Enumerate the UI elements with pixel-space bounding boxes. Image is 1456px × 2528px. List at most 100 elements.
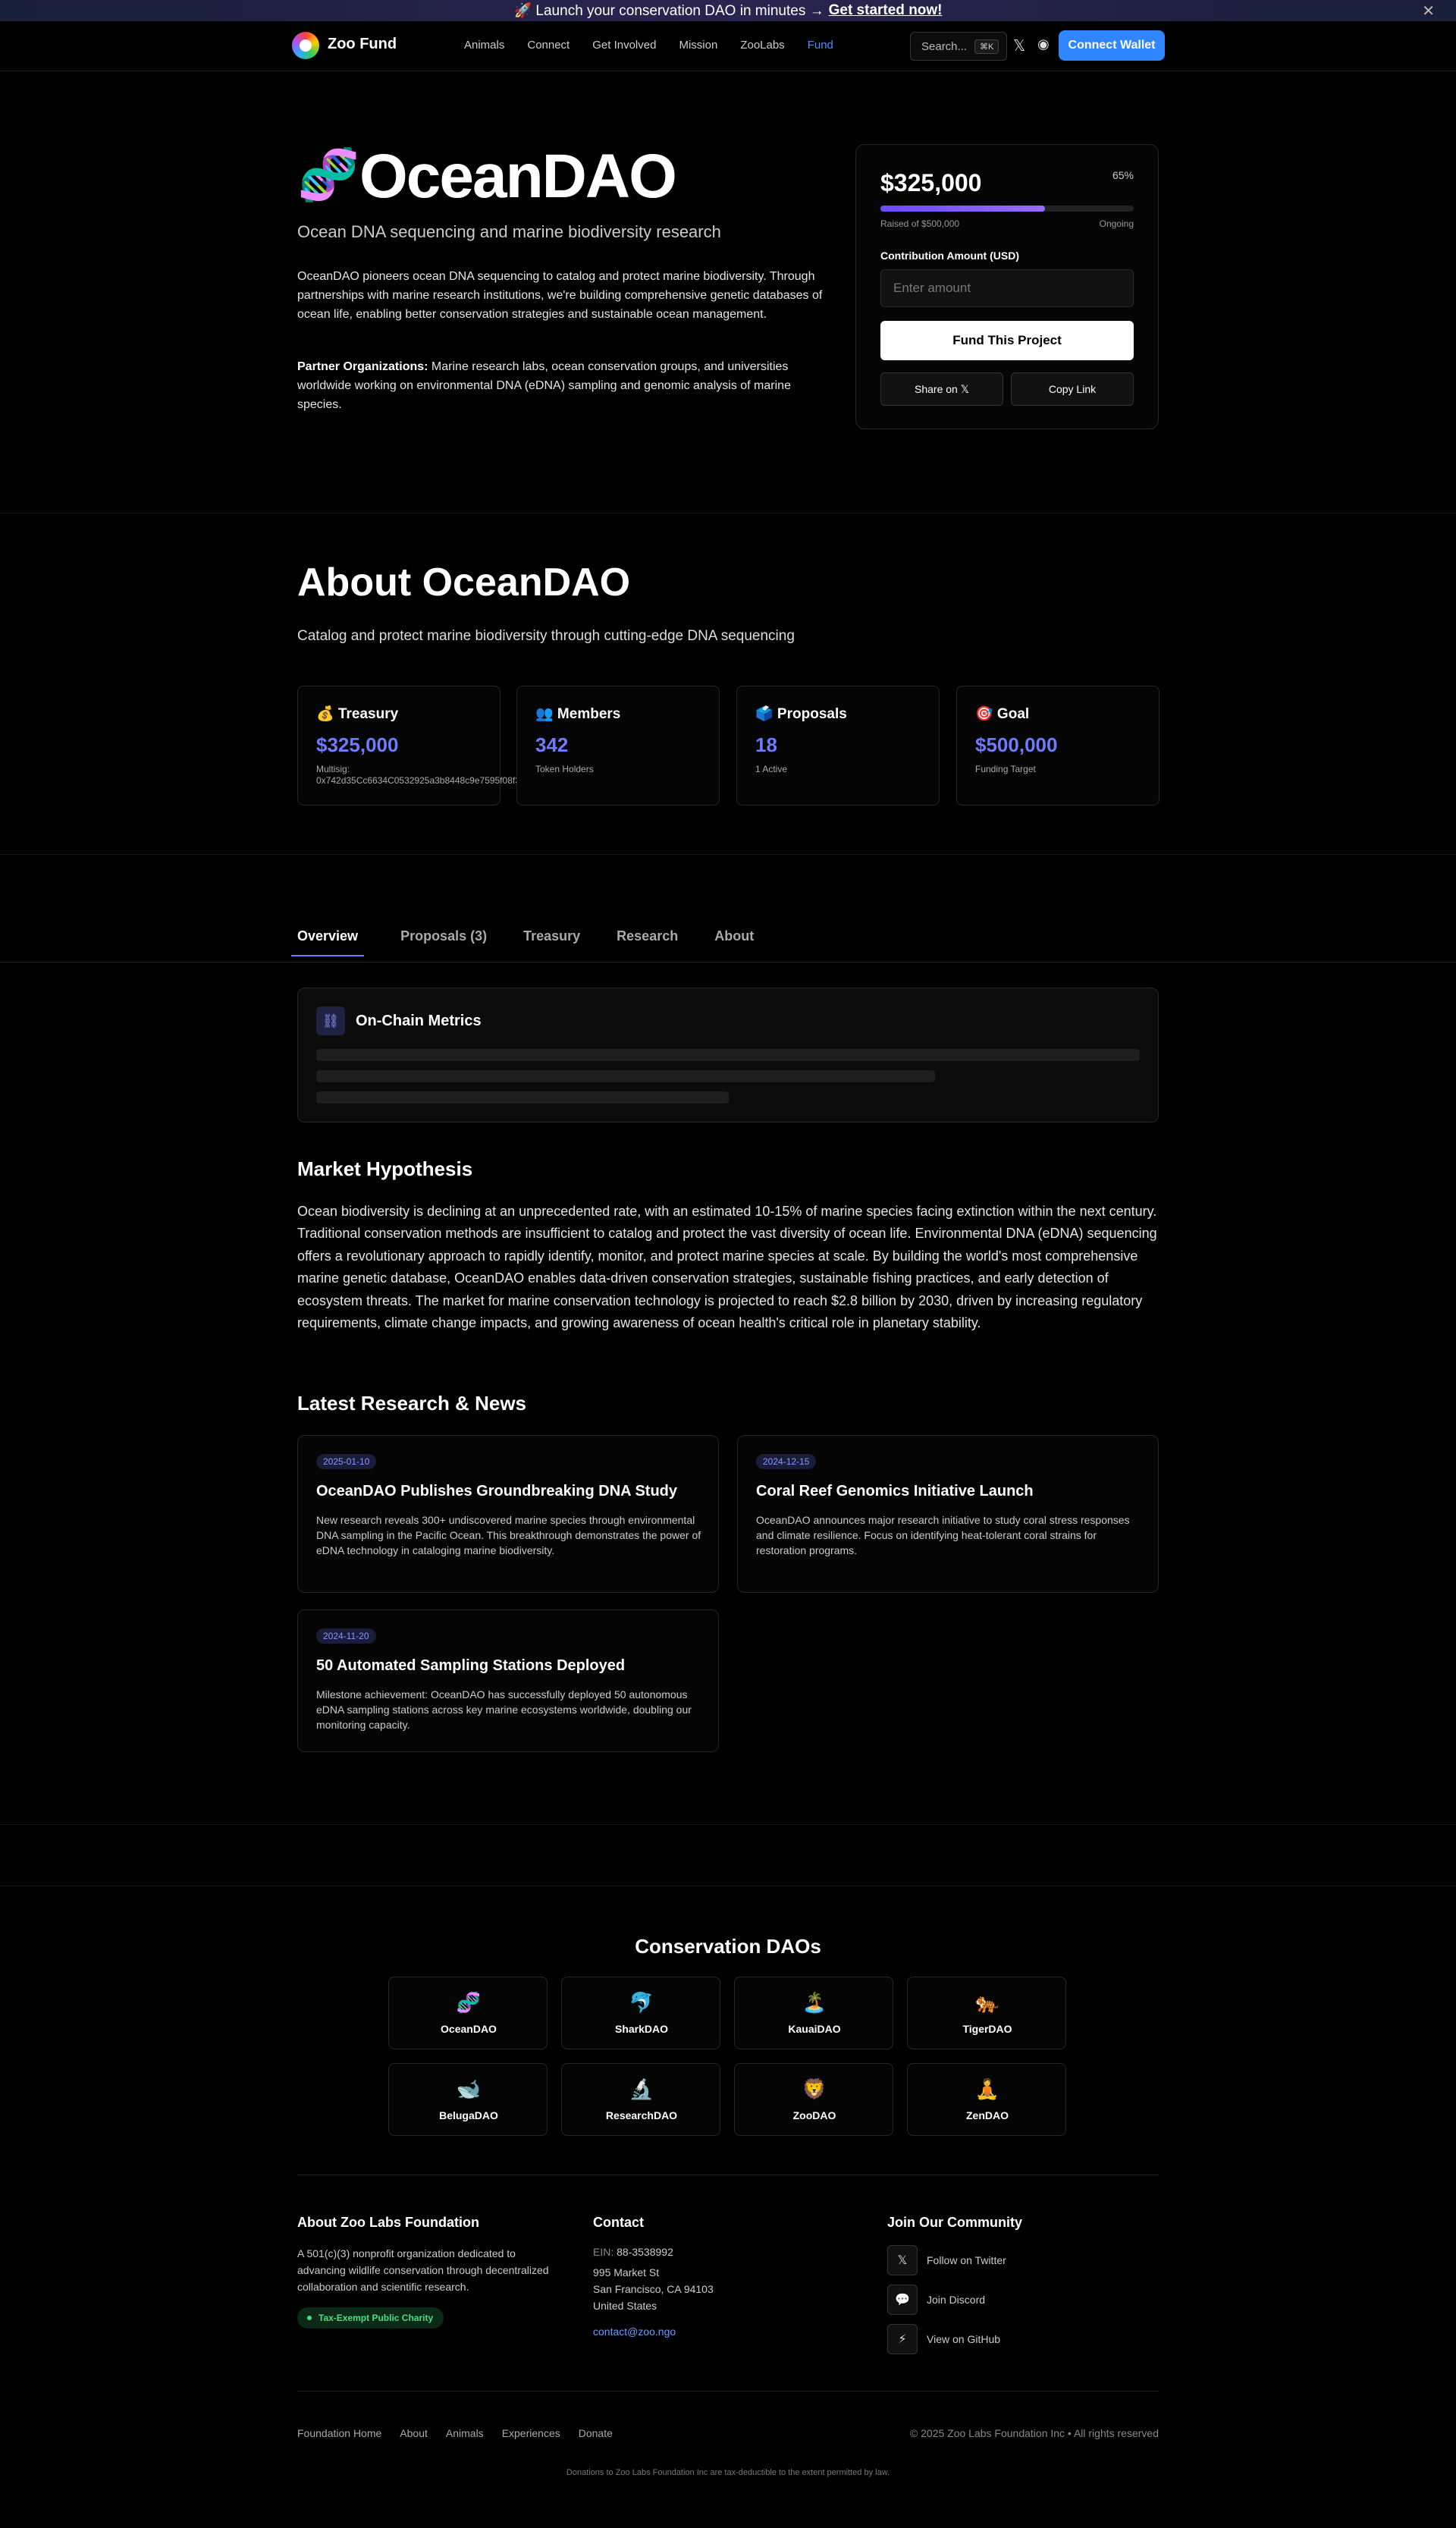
social-label: View on GitHub — [927, 2333, 1001, 2345]
brand-name[interactable]: Zoo Fund — [328, 36, 397, 53]
nav-link-get-involved[interactable]: Get Involved — [592, 39, 656, 52]
dao-card-oceandao[interactable]: 🧬 OceanDAO — [388, 1977, 548, 2049]
dao-card-zendao[interactable]: 🧘 ZenDAO — [907, 2063, 1066, 2136]
news-title: Latest Research & News — [297, 1392, 527, 1415]
footer-contact-title: Contact — [593, 2215, 644, 2230]
tab-about[interactable]: About — [714, 928, 754, 956]
dao-name: SharkDAO — [614, 2023, 669, 2035]
footer-links: Foundation Home About Animals Experience… — [297, 2427, 631, 2439]
close-icon[interactable]: ✕ — [1422, 2, 1435, 20]
conservation-daos-title: Conservation DAOs — [635, 1935, 821, 1958]
tax-disclaimer: Donations to Zoo Labs Foundation Inc are… — [566, 2468, 890, 2477]
logo-icon[interactable] — [292, 32, 319, 59]
footer-link-experiences[interactable]: Experiences — [502, 2427, 560, 2439]
dao-card-sharkdao[interactable]: 🐬 SharkDAO — [561, 1977, 720, 2049]
tab-treasury[interactable]: Treasury — [523, 928, 580, 956]
address-line-2: San Francisco, CA 94103 — [593, 2283, 714, 2295]
progress-percent: 65% — [1112, 169, 1134, 181]
proposals-stat-card: 🗳️ Proposals 18 1 Active — [736, 686, 940, 806]
news-date: 2025-01-10 — [316, 1454, 377, 1469]
news-card[interactable]: 2024-11-20 50 Automated Sampling Station… — [297, 1609, 719, 1752]
on-chain-metrics-card: ⛓ On-Chain Metrics — [297, 988, 1159, 1123]
tax-exempt-badge: Tax-Exempt Public Charity — [297, 2307, 444, 2329]
github-link[interactable]: ⚡ View on GitHub — [887, 2324, 1000, 2354]
copyright: © 2025 Zoo Labs Foundation Inc • All rig… — [909, 2427, 1159, 2439]
dna-icon: 🧬 — [456, 1991, 482, 2014]
nav-link-connect[interactable]: Connect — [527, 39, 570, 52]
stat-subtext: 1 Active — [755, 764, 788, 774]
dao-name: KauaiDAO — [788, 2023, 841, 2035]
dao-name: ZooDAO — [792, 2109, 836, 2121]
dna-icon: 🧬 — [297, 146, 360, 203]
news-card[interactable]: 2024-12-15 Coral Reef Genomics Initiativ… — [737, 1435, 1159, 1593]
news-card[interactable]: 2025-01-10 OceanDAO Publishes Groundbrea… — [297, 1435, 719, 1593]
footer-link-donate[interactable]: Donate — [579, 2427, 613, 2439]
chat-icon: 💬 — [887, 2285, 918, 2315]
discord-link[interactable]: 💬 Join Discord — [887, 2285, 985, 2315]
footer-link-animals[interactable]: Animals — [446, 2427, 484, 2439]
nav-link-fund[interactable]: Fund — [808, 39, 833, 52]
page-title: OceanDAO — [359, 142, 677, 211]
whale-icon: 🐋 — [456, 2077, 482, 2100]
search-shortcut: ⌘K — [974, 39, 999, 54]
nav-link-zoolabs[interactable]: ZooLabs — [740, 39, 784, 52]
news-headline: OceanDAO Publishes Groundbreaking DNA St… — [316, 1483, 677, 1500]
stat-title: 👥 Members — [535, 706, 621, 722]
footer-community-title: Join Our Community — [887, 2215, 1023, 2230]
progress-bar — [880, 206, 1134, 212]
banner-link[interactable]: Get started now! — [829, 2, 943, 19]
news-date: 2024-12-15 — [756, 1454, 817, 1469]
dao-card-zoodao[interactable]: 🦁 ZooDAO — [734, 2063, 893, 2136]
stat-subtext: Multisig: 0x742d35Cc6634C0532925a3b8448c… — [316, 764, 526, 786]
social-label: Join Discord — [927, 2294, 986, 2306]
news-summary: Milestone achievement: OceanDAO has succ… — [316, 1688, 692, 1731]
twitter-link[interactable]: 𝕏 Follow on Twitter — [887, 2245, 1006, 2275]
announcement-banner: 🚀 Launch your conservation DAO in minute… — [0, 0, 1456, 21]
dao-card-kauaidao[interactable]: 🏝️ KauaiDAO — [734, 1977, 893, 2049]
ein-value: 88-3538992 — [617, 2246, 673, 2258]
copy-link-button[interactable]: Copy Link — [1011, 372, 1134, 406]
stat-value: $500,000 — [975, 733, 1058, 756]
lightning-icon: ⚡ — [887, 2324, 918, 2354]
contact-email-link[interactable]: contact@zoo.ngo — [593, 2323, 676, 2340]
dao-card-researchdao[interactable]: 🔬 ResearchDAO — [561, 2063, 720, 2136]
nav-link-mission[interactable]: Mission — [679, 39, 717, 52]
tab-overview[interactable]: Overview — [291, 928, 365, 956]
dao-name: ResearchDAO — [605, 2109, 678, 2121]
microscope-icon: 🔬 — [629, 2077, 654, 2100]
chain-icon: ⛓ — [316, 1006, 345, 1035]
discord-icon[interactable]: ◉ — [1037, 36, 1050, 52]
news-headline: Coral Reef Genomics Initiative Launch — [756, 1483, 1034, 1500]
dao-card-tigerdao[interactable]: 🐅 TigerDAO — [907, 1977, 1066, 2049]
tab-divider — [0, 962, 1456, 963]
footer-link-about[interactable]: About — [400, 2427, 428, 2439]
island-icon: 🏝️ — [802, 1991, 827, 2014]
connect-wallet-button[interactable]: Connect Wallet — [1059, 30, 1165, 61]
banner-text: 🚀 Launch your conservation DAO in minute… — [513, 3, 824, 19]
hero-description: OceanDAO pioneers ocean DNA sequencing t… — [297, 270, 823, 321]
ein-label: EIN: — [593, 2246, 614, 2258]
hypothesis-text: Ocean biodiversity is declining at an un… — [297, 1204, 1157, 1331]
members-stat-card: 👥 Members 342 Token Holders — [516, 686, 720, 806]
share-on-x-button[interactable]: Share on 𝕏 — [880, 372, 1003, 406]
dao-card-belugadao[interactable]: 🐋 BelugaDAO — [388, 2063, 548, 2136]
loading-skeleton — [316, 1070, 935, 1082]
metrics-title: On-Chain Metrics — [356, 1013, 482, 1029]
tab-proposals[interactable]: Proposals (3) — [400, 928, 487, 956]
tab-research[interactable]: Research — [617, 928, 678, 956]
fund-project-button[interactable]: Fund This Project — [880, 321, 1134, 360]
loading-skeleton — [316, 1049, 1140, 1061]
news-summary: OceanDAO announces major research initia… — [756, 1514, 1130, 1556]
amount-input[interactable] — [880, 269, 1134, 307]
dolphin-icon: 🐬 — [629, 1991, 654, 2014]
footer-link-home[interactable]: Foundation Home — [297, 2427, 381, 2439]
section-divider — [0, 854, 1456, 855]
hypothesis-title: Market Hypothesis — [297, 1157, 473, 1180]
goal-text: Raised of $500,000 — [880, 218, 960, 229]
search-button[interactable]: Search... ⌘K — [910, 32, 1007, 61]
about-subtitle: Catalog and protect marine biodiversity … — [297, 628, 795, 644]
treasury-stat-card: 💰 Treasury $325,000 Multisig: 0x742d35Cc… — [297, 686, 526, 806]
nav-link-animals[interactable]: Animals — [464, 39, 504, 52]
x-icon[interactable]: 𝕏 — [1013, 36, 1025, 55]
news-summary: New research reveals 300+ undiscovered m… — [316, 1514, 701, 1556]
